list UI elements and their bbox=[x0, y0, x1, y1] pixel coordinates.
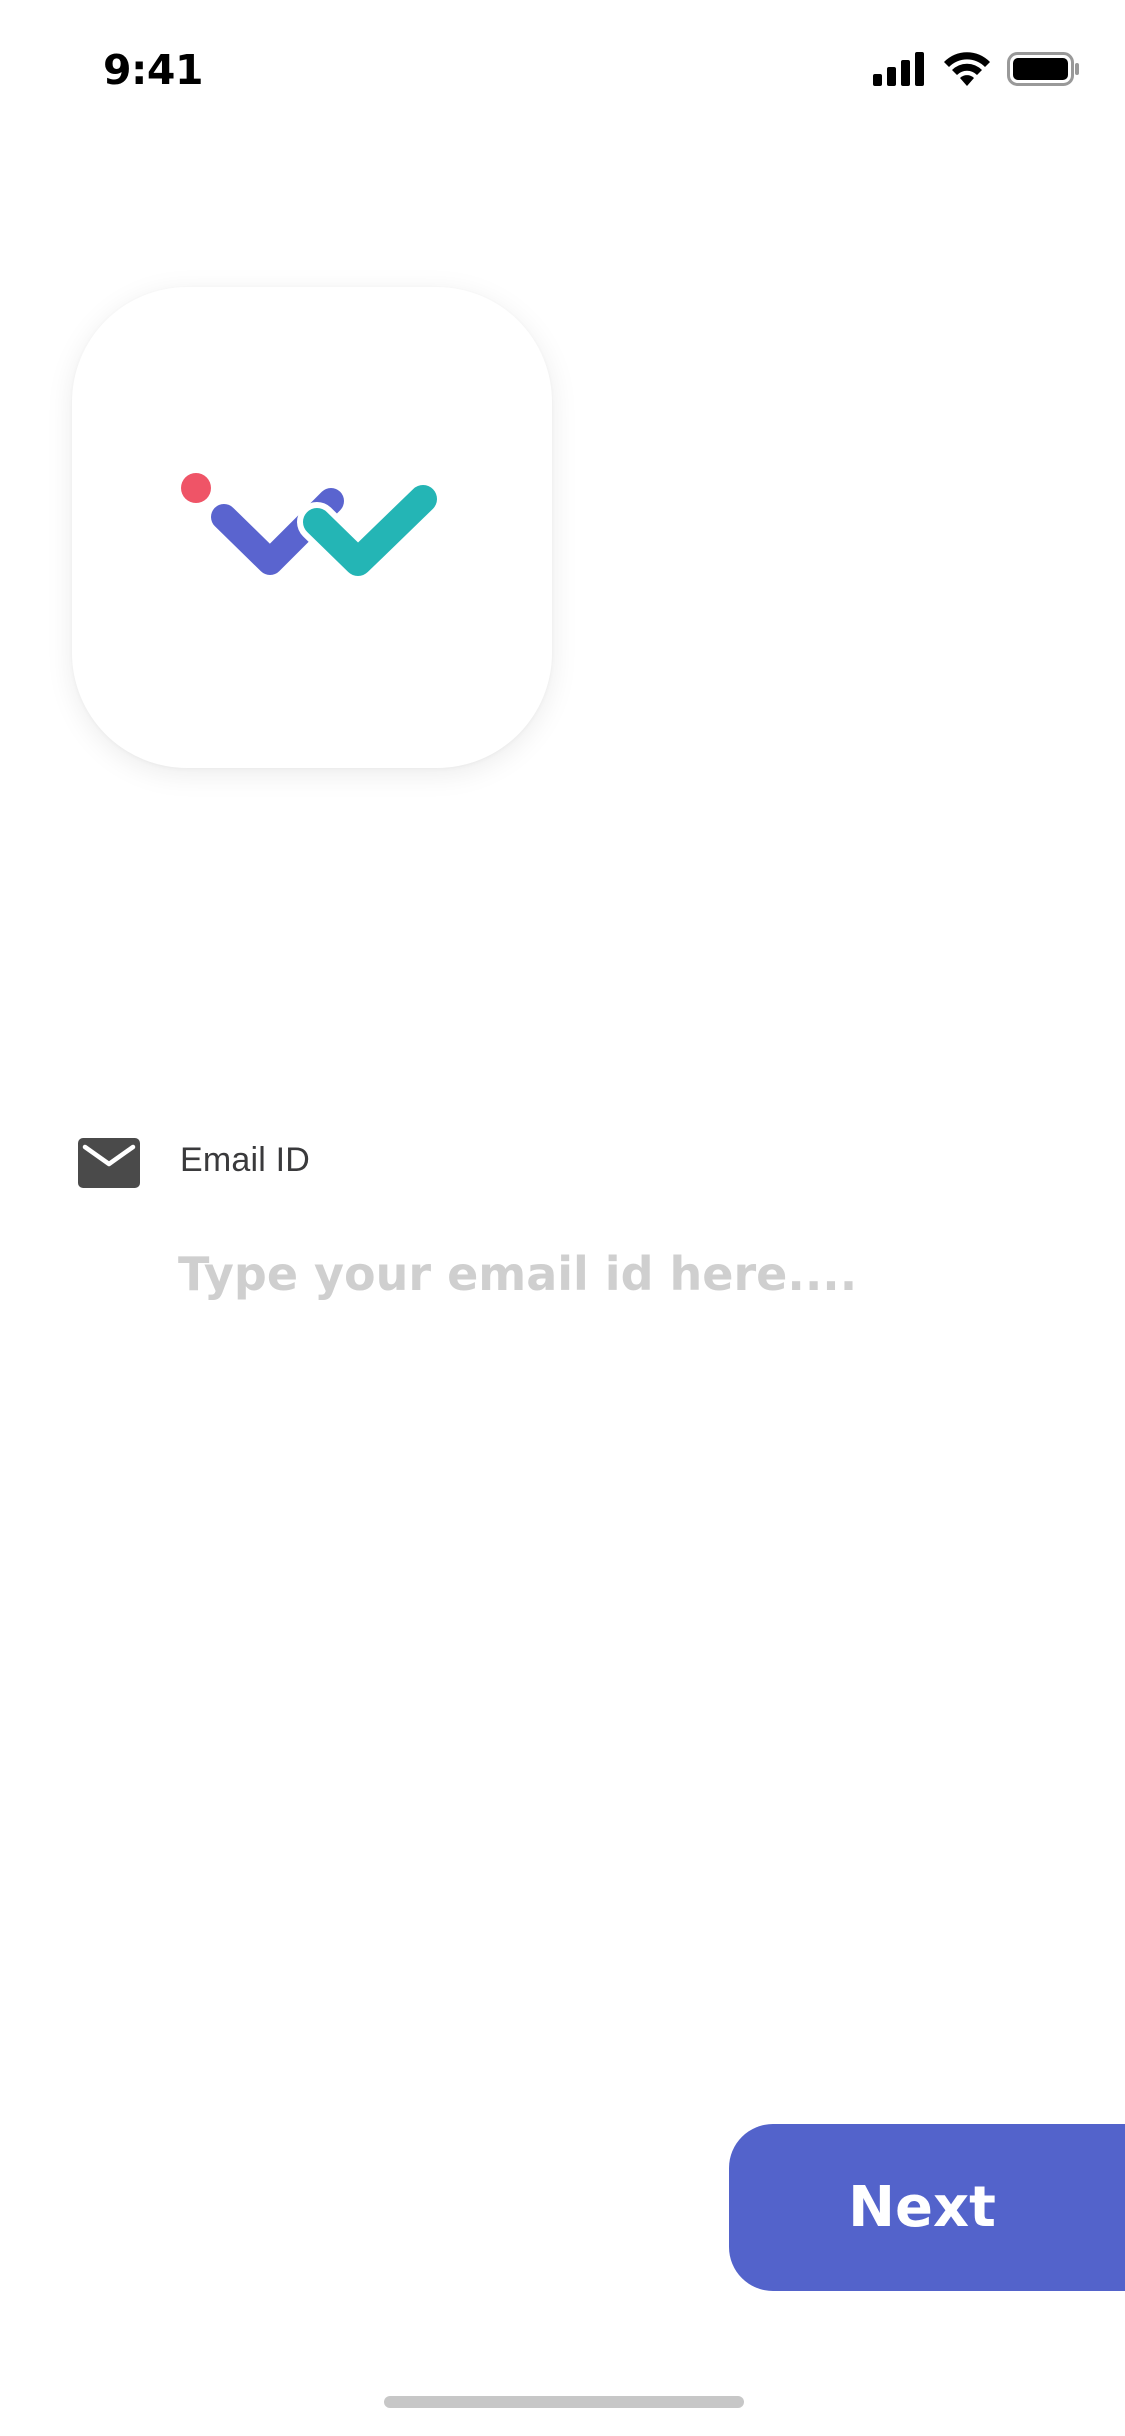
email-label: Email ID bbox=[180, 1141, 311, 1179]
app-icon-tile bbox=[72, 287, 552, 768]
email-input[interactable] bbox=[178, 1235, 1038, 1313]
next-button[interactable]: Next bbox=[729, 2124, 1125, 2291]
cellular-signal-icon bbox=[873, 52, 924, 86]
app-logo-icon bbox=[181, 473, 443, 582]
status-time: 9:41 bbox=[103, 46, 203, 94]
home-indicator bbox=[384, 2396, 744, 2408]
status-icons bbox=[873, 52, 1081, 86]
mail-icon bbox=[78, 1138, 140, 1188]
wifi-icon bbox=[944, 52, 990, 86]
next-button-label: Next bbox=[848, 2175, 996, 2240]
email-label-row bbox=[78, 1138, 140, 1188]
battery-icon bbox=[1007, 52, 1079, 86]
status-bar: 9:41 bbox=[0, 0, 1125, 140]
